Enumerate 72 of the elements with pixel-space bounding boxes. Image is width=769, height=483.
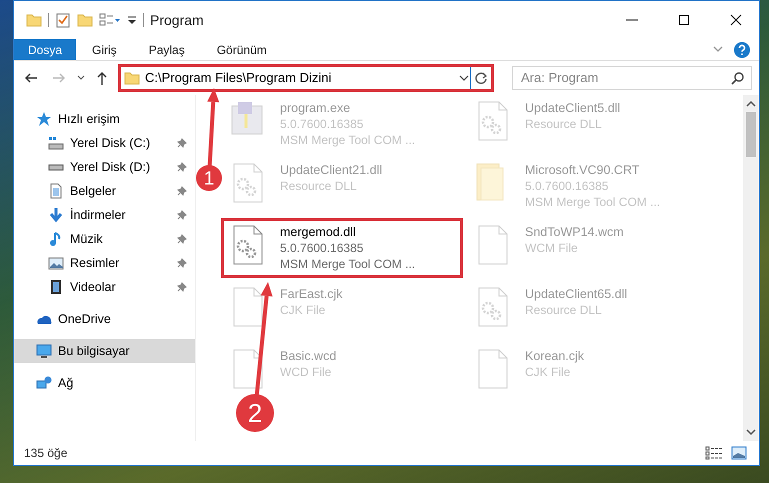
maximize-icon (676, 12, 692, 28)
details-view-icon[interactable] (705, 446, 723, 460)
sidebar-item[interactable]: Ağ (14, 371, 195, 395)
sidebar-item[interactable]: Hızlı erişim (14, 107, 195, 131)
up-arrow-icon (95, 70, 109, 86)
file-item[interactable]: mergemod.dll 5.0.7600.16385 MSM Merge Tool COM ... (224, 221, 460, 275)
file-detail: CJK File (525, 364, 572, 380)
file-name: program.exe (280, 100, 352, 116)
scroll-down-icon[interactable] (746, 428, 756, 436)
address-path: C:\Program Files\Program Dizini (145, 69, 332, 88)
help-icon[interactable] (733, 41, 751, 59)
network-icon (36, 375, 52, 391)
search-icon (731, 71, 745, 85)
picture-icon (48, 255, 64, 271)
file-detail: WCD File (280, 364, 332, 380)
close-icon (728, 12, 744, 28)
folder-icon (124, 70, 140, 86)
film-icon (48, 279, 64, 295)
sidebar-item[interactable]: Resimler (14, 251, 195, 275)
step-number: 1 (196, 165, 222, 191)
file-name: FarEast.cjk (280, 286, 343, 302)
window-title: Program (150, 10, 204, 30)
large-icons-view-icon[interactable] (731, 446, 747, 460)
file-name: mergemod.dll (280, 224, 357, 240)
file-detail: WCM File (525, 240, 579, 256)
sidebar-item[interactable]: Belgeler (14, 179, 195, 203)
item-count: 135 öğe (24, 445, 68, 462)
file-detail: 5.0.7600.16385 (525, 178, 610, 194)
sidebar-item[interactable]: Videolar (14, 275, 195, 299)
file-name: Korean.cjk (525, 348, 584, 364)
file-name: Microsoft.VC90.CRT (525, 162, 640, 178)
scrollbar[interactable] (743, 95, 759, 441)
file-detail: MSM Merge Tool COM ... (280, 132, 416, 148)
scroll-up-icon[interactable] (746, 100, 756, 108)
sidebar-item[interactable]: İndirmeler (14, 203, 195, 227)
document-icon (48, 183, 64, 199)
sidebar-item[interactable]: Yerel Disk (D:) (14, 155, 195, 179)
file-detail: Resource DLL (525, 116, 603, 132)
drive-icon (48, 135, 64, 151)
file-detail: MSM Merge Tool COM ... (525, 194, 660, 210)
file-detail: MSM Merge Tool COM ... (280, 256, 416, 272)
download-arrow-icon (48, 207, 64, 223)
file-detail: 5.0.7600.16385 (280, 240, 364, 256)
file-name: UpdateClient5.dll (525, 100, 620, 116)
ribbon-tab[interactable]: Dosya (14, 39, 76, 60)
file-detail: Resource DLL (280, 178, 358, 194)
ribbon-tab[interactable]: Görünüm (200, 39, 283, 60)
minimize-icon (626, 19, 638, 21)
step-number: 2 (236, 394, 274, 432)
sidebar-item[interactable]: Yerel Disk (C:) (14, 131, 195, 155)
file-name: UpdateClient65.dll (525, 286, 628, 302)
folder-icon (26, 12, 42, 28)
file-name: Basic.wcd (280, 348, 336, 364)
file-detail: 5.0.7600.16385 (280, 116, 364, 132)
file-detail: CJK File (280, 302, 326, 318)
ribbon-tab[interactable]: Paylaş (132, 39, 201, 60)
search-box[interactable]: Ara: Program (512, 66, 752, 90)
star-icon (36, 111, 52, 127)
file-name: SndToWP14.wcm (525, 224, 624, 240)
properties-icon[interactable] (55, 12, 71, 28)
sidebar-item[interactable]: Müzik (14, 227, 195, 251)
scroll-thumb[interactable] (746, 112, 756, 157)
ribbon-tab[interactable]: Giriş (76, 39, 133, 60)
file-detail: Resource DLL (525, 302, 603, 318)
sidebar-item[interactable]: OneDrive (14, 307, 195, 331)
sidebar-item[interactable]: Bu bilgisayar (14, 339, 195, 363)
monitor-icon (36, 343, 52, 359)
refresh-icon (474, 71, 488, 85)
drive-icon (48, 164, 64, 170)
address-bar[interactable]: C:\Program Files\Program Dizini (121, 67, 470, 89)
file-name: UpdateClient21.dll (280, 162, 382, 178)
view-menu-icon[interactable] (99, 12, 121, 28)
